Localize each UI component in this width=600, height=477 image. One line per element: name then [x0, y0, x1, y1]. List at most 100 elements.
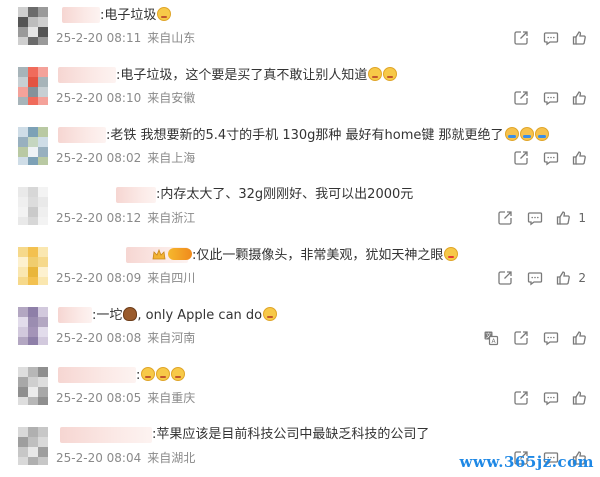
comment-item: :内存太大了、32g刚刚好、我可以出2000元 25-2-20 08:12 来自浙江… [0, 187, 600, 245]
comment-timestamp: 25-2-20 08:10 [56, 91, 142, 105]
username[interactable] [58, 67, 116, 83]
username[interactable] [58, 367, 136, 383]
comment-body: :苹果应该是目前科技公司中最缺乏科技的公司了 [152, 427, 430, 442]
comment-meta: 25-2-20 08:08 来自河南 [56, 331, 195, 345]
smile-emoji-icon [141, 367, 156, 381]
smile-emoji-icon [157, 7, 172, 21]
comment-timestamp: 25-2-20 08:04 [56, 451, 142, 465]
comment-body: :一坨 [92, 308, 123, 323]
crying-face-emoji-icon [534, 127, 549, 141]
avatar[interactable] [18, 247, 48, 285]
comment-body: :内存太大了、32g刚刚好、我可以出2000元 [156, 187, 414, 202]
comment-body: :老铁 我想要新的5.4寸的手机 130g那种 最好有home键 那就更绝了 [106, 128, 504, 143]
comment-body-continued: , only Apple can do [137, 308, 263, 323]
level-badge-icon [168, 248, 192, 260]
avatar[interactable] [18, 67, 48, 105]
comment-text: :内存太大了、32g刚刚好、我可以出2000元 [156, 187, 413, 203]
comment-text: : [136, 367, 186, 384]
avatar[interactable] [18, 127, 48, 165]
like-count: 1 [578, 211, 586, 225]
comment-item: : 25-2-20 08:05 来自重庆 [0, 367, 600, 425]
translate-icon[interactable]: 文A [482, 329, 500, 347]
comment-meta: 25-2-20 08:10 来自安徽 [56, 91, 195, 105]
like-icon[interactable] [570, 389, 588, 407]
username[interactable] [116, 187, 156, 203]
smile-emoji-icon [263, 307, 278, 321]
smile-emoji-icon [171, 367, 186, 381]
comment-meta: 25-2-20 08:09 来自四川 [56, 271, 195, 285]
like-icon[interactable] [554, 209, 572, 227]
comment-timestamp: 25-2-20 08:05 [56, 391, 142, 405]
share-icon[interactable] [512, 149, 530, 167]
like-count: 2 [578, 271, 586, 285]
share-icon[interactable] [512, 329, 530, 347]
share-icon[interactable] [512, 89, 530, 107]
comment-text: :电子垃圾，这个要是买了真不敢让别人知道 [116, 67, 398, 84]
comment-location: 来自安徽 [147, 91, 196, 105]
like-icon[interactable] [570, 329, 588, 347]
like-icon[interactable] [570, 29, 588, 47]
comment-meta: 25-2-20 08:12 来自浙江 [56, 211, 195, 225]
comment-timestamp: 25-2-20 08:09 [56, 271, 142, 285]
comment-location: 来自山东 [147, 31, 196, 45]
comment-text: :苹果应该是目前科技公司中最缺乏科技的公司了 [152, 427, 429, 443]
share-icon[interactable] [512, 389, 530, 407]
avatar[interactable] [18, 367, 48, 405]
comment-item: :老铁 我想要新的5.4寸的手机 130g那种 最好有home键 那就更绝了 25… [0, 127, 600, 185]
comment-location: 来自浙江 [147, 211, 196, 225]
comment-icon[interactable] [542, 149, 560, 167]
avatar[interactable] [18, 187, 48, 225]
like-icon[interactable] [554, 269, 572, 287]
avatar[interactable] [18, 7, 48, 45]
comment-body: :电子垃圾，这个要是买了真不敢让别人知道 [116, 68, 368, 83]
comment-icon[interactable] [526, 269, 544, 287]
comment-location: 来自上海 [147, 151, 196, 165]
like-icon[interactable] [570, 149, 588, 167]
comment-meta: 25-2-20 08:11 来自山东 [56, 31, 195, 45]
comment-timestamp: 25-2-20 08:11 [56, 31, 142, 45]
comment-icon[interactable] [542, 329, 560, 347]
comment-item: :电子垃圾，这个要是买了真不敢让别人知道 25-2-20 08:10 来自安徽 [0, 67, 600, 125]
heart-eyes-emoji-icon [444, 247, 459, 261]
comment-meta: 25-2-20 08:05 来自重庆 [56, 391, 195, 405]
comment-timestamp: 25-2-20 08:08 [56, 331, 142, 345]
comment-location: 来自湖北 [147, 451, 196, 465]
comment-text: :电子垃圾 [100, 7, 172, 24]
comment-meta: 25-2-20 08:04 来自湖北 [56, 451, 195, 465]
comment-item: :仅此一颗摄像头，非常美观，犹如天神之眼 25-2-20 08:09 来自四川 2 [0, 247, 600, 305]
comment-text: :老铁 我想要新的5.4寸的手机 130g那种 最好有home键 那就更绝了 [106, 127, 549, 144]
crown-icon [152, 248, 166, 266]
comment-icon[interactable] [542, 29, 560, 47]
username[interactable] [58, 127, 106, 143]
comment-timestamp: 25-2-20 08:12 [56, 211, 142, 225]
comment-body: :电子垃圾 [100, 8, 157, 23]
poo-emoji-icon [123, 307, 138, 321]
comment-item: :电子垃圾 25-2-20 08:11 来自山东 [0, 7, 600, 65]
comment-location: 来自重庆 [147, 391, 196, 405]
username[interactable] [58, 307, 92, 323]
share-icon[interactable] [496, 209, 514, 227]
avatar[interactable] [18, 427, 48, 465]
smile-emoji-icon [156, 367, 171, 381]
comment-text: :仅此一颗摄像头，非常美观，犹如天神之眼 [148, 247, 459, 266]
crying-face-emoji-icon [519, 127, 534, 141]
comment-body: :仅此一颗摄像头，非常美观，犹如天神之眼 [192, 248, 444, 263]
comment-location: 来自河南 [147, 331, 196, 345]
comment-icon[interactable] [542, 389, 560, 407]
smile-emoji-icon [383, 67, 398, 81]
share-icon[interactable] [496, 269, 514, 287]
smile-emoji-icon [368, 67, 383, 81]
like-icon[interactable] [570, 89, 588, 107]
comment-icon[interactable] [526, 209, 544, 227]
comment-location: 来自四川 [147, 271, 196, 285]
comment-meta: 25-2-20 08:02 来自上海 [56, 151, 195, 165]
username[interactable] [62, 7, 100, 23]
comment-text: :一坨 , only Apple can do [92, 307, 278, 324]
watermark: www.365jz.com [459, 453, 594, 471]
username[interactable] [60, 427, 152, 443]
avatar[interactable] [18, 307, 48, 345]
comment-timestamp: 25-2-20 08:02 [56, 151, 142, 165]
share-icon[interactable] [512, 29, 530, 47]
comment-body: : [136, 368, 141, 383]
comment-icon[interactable] [542, 89, 560, 107]
